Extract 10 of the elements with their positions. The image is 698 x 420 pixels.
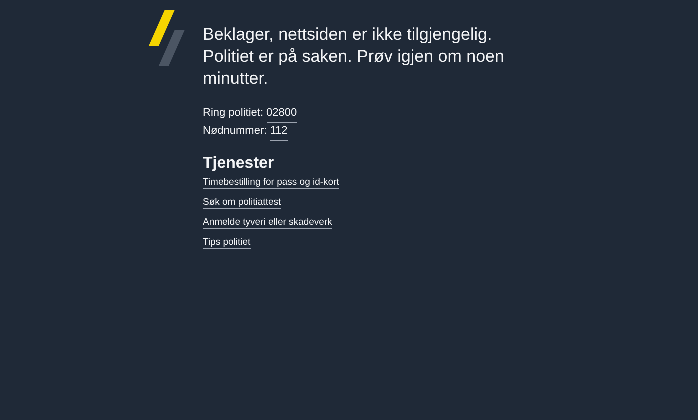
service-link[interactable]: Anmelde tyveri eller skadeverk <box>203 217 332 229</box>
service-link[interactable]: Timebestilling for pass og id-kort <box>203 177 340 189</box>
contact-label: Nødnummer: <box>203 124 268 139</box>
phone-link[interactable]: 112 <box>270 123 288 141</box>
services-heading: Tjenester <box>203 155 276 173</box>
service-link[interactable]: Tips politiet <box>203 237 251 249</box>
service-link[interactable]: Søk om politiattest <box>203 197 282 209</box>
phone-link[interactable]: 02800 <box>266 105 298 123</box>
contact-label: Ring politiet: <box>203 106 264 121</box>
error-message: Beklager, nettsiden er ikke tilgjengelig. Politiet er på saken. Prøv igjen om noen minutter. <box>203 24 506 90</box>
